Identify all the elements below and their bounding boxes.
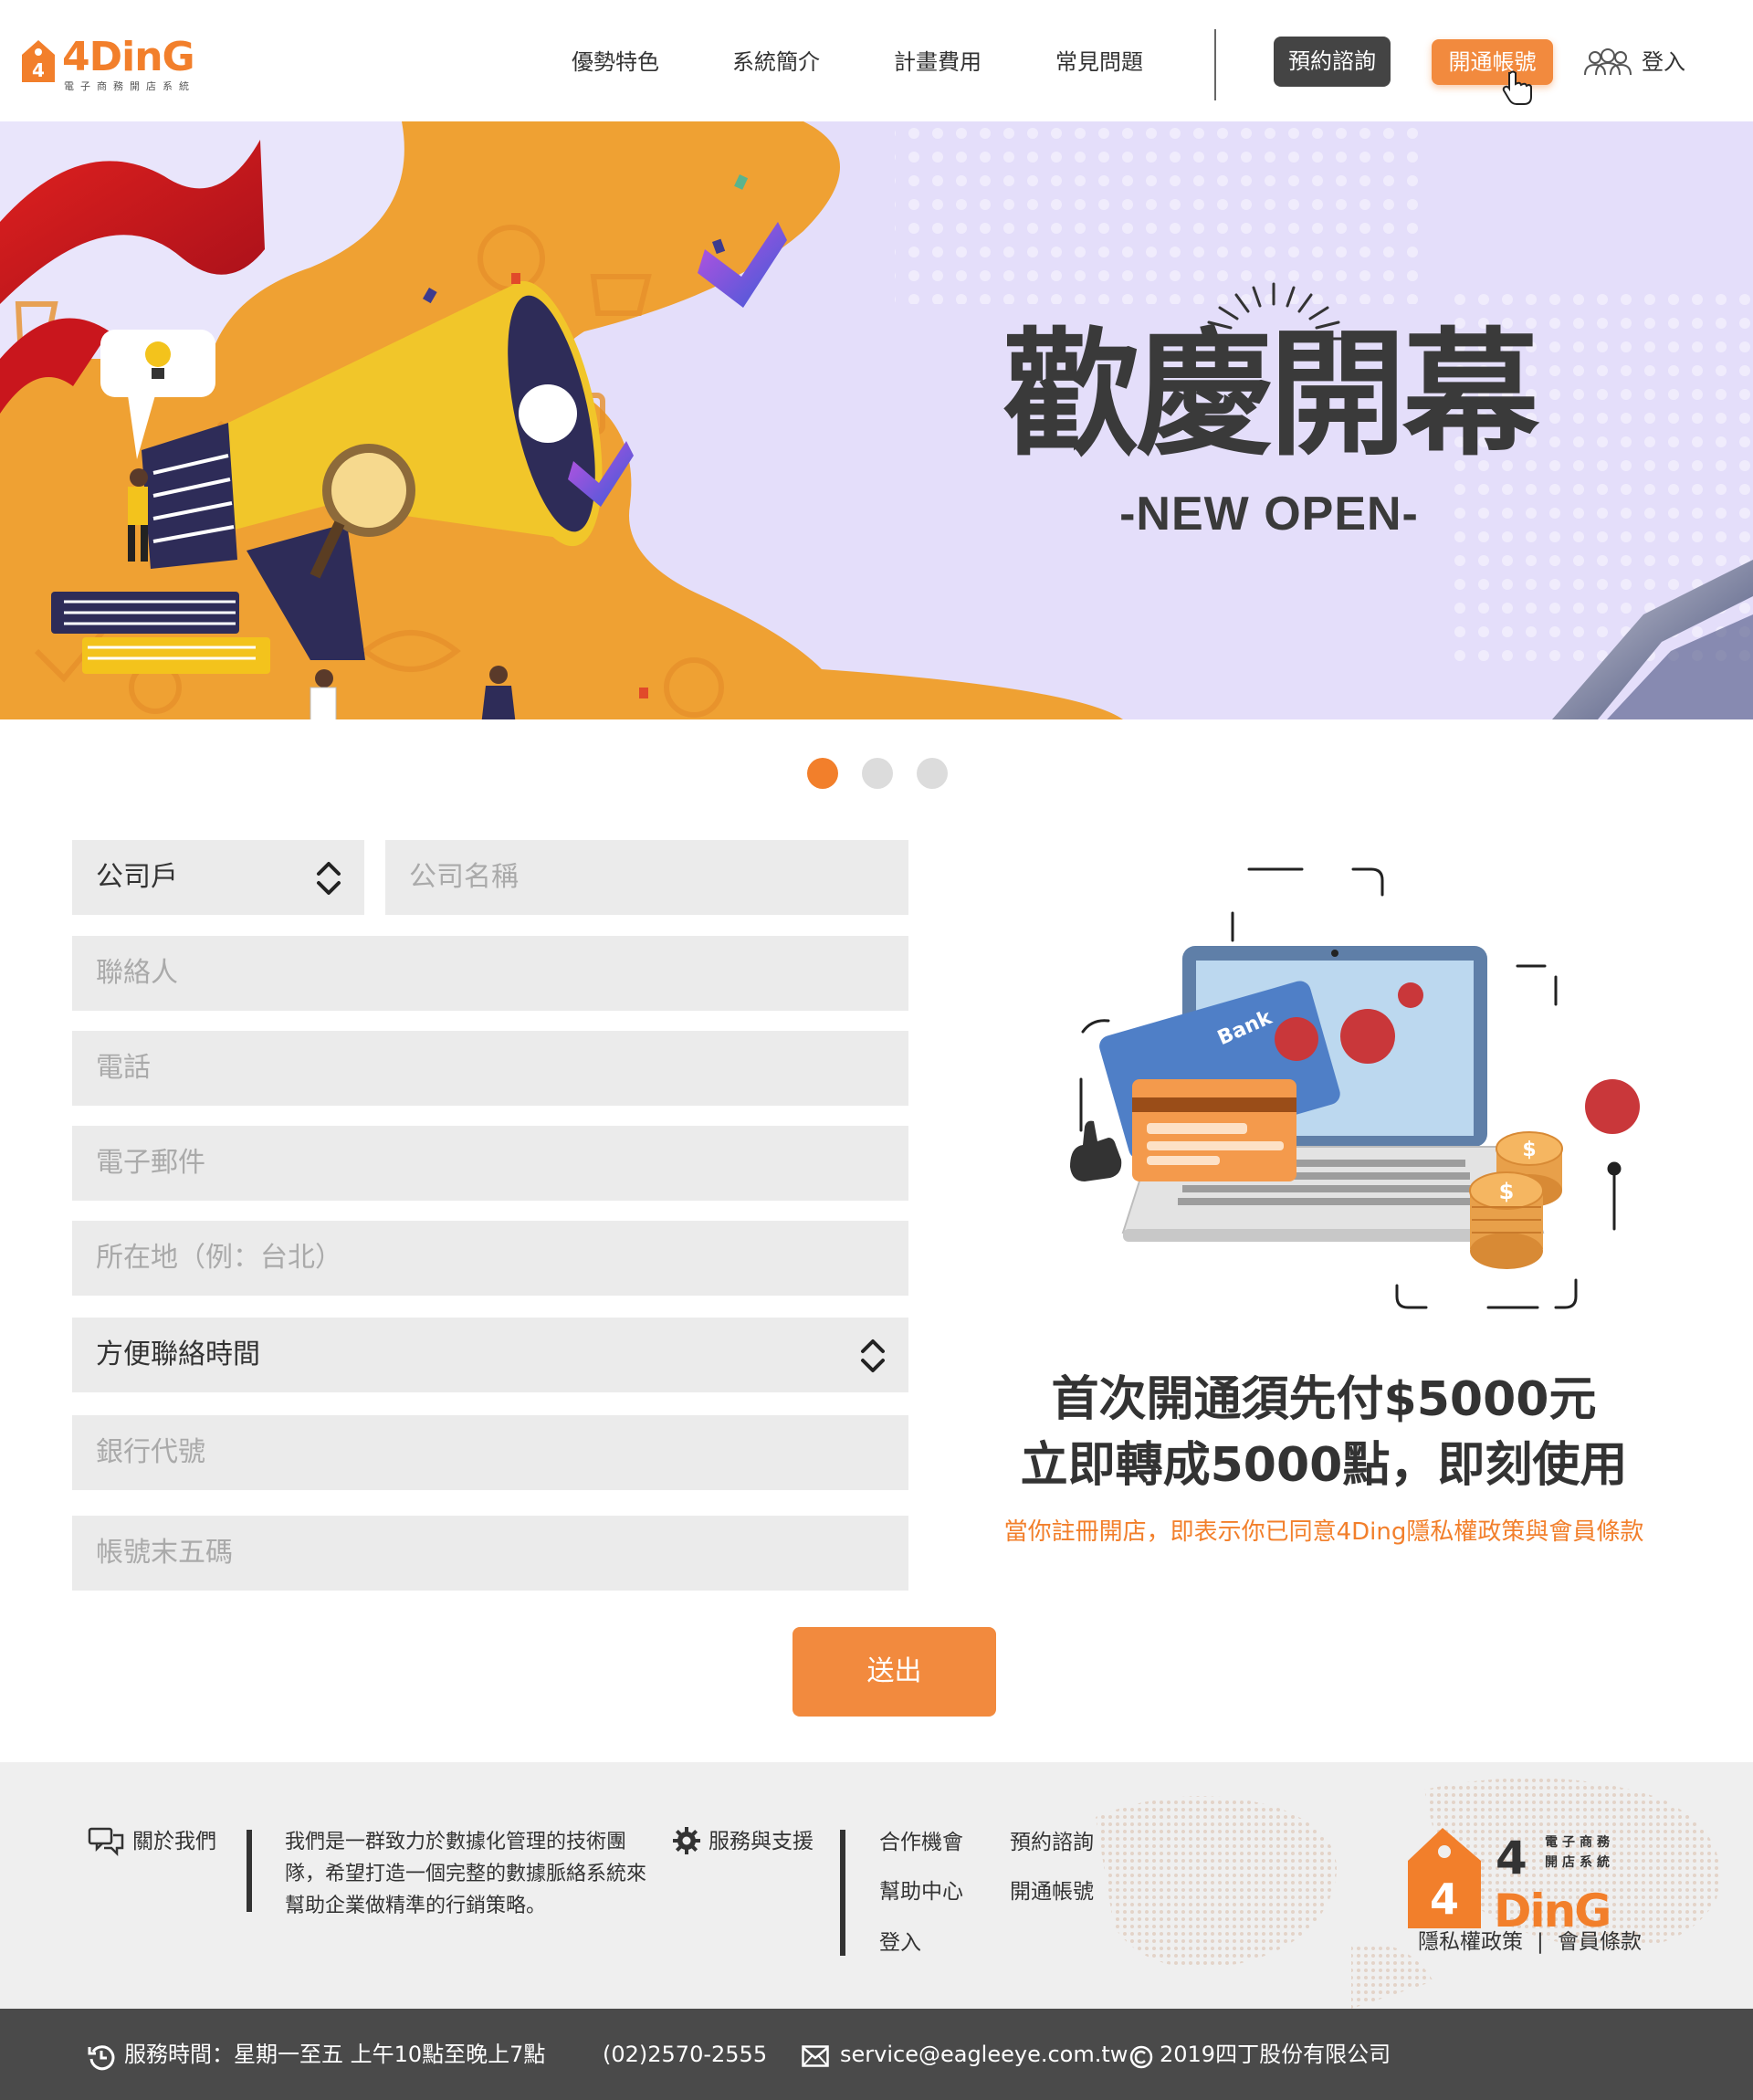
site-header: 4 4DinG 電子商務開店系統 優勢特色 系統簡介 計畫費用 常見問題 預約諮… [0,0,1753,121]
footer-link-open-account[interactable]: 開通帳號 [1010,1876,1094,1907]
bottom-bar: 服務時間：星期一至五 上午10點至晚上7點 (02)2570-2555 serv… [0,2009,1753,2100]
contact-person-input[interactable] [96,936,908,1011]
brand-logo[interactable]: 4 4DinG 電子商務開店系統 [20,34,216,92]
clock-icon [88,2045,115,2071]
account-last5-input[interactable] [96,1516,908,1591]
chevron-updown-icon [317,862,341,895]
logo-subtitle: 電子商務開店系統 [64,80,195,92]
site-footer: 關於我們 我們是一群致力於數據化管理的技術團隊，希望打造一個完整的數據脈絡系統來… [0,1762,1753,2009]
submit-button[interactable]: 送出 [793,1627,996,1717]
consult-button[interactable]: 預約諮詢 [1274,37,1391,87]
nav-system-intro[interactable]: 系統簡介 [732,46,820,79]
svg-text:4: 4 [1496,1832,1527,1885]
open-account-button[interactable]: 開通帳號 [1432,39,1553,85]
location-field[interactable] [72,1221,908,1296]
banner-title: 歡慶開幕 [1002,316,1539,475]
footer-logo-sub-1: 電子商務 [1545,1834,1614,1850]
contact-person-field[interactable] [72,936,908,1011]
logo-wordmark: 4DinG [62,34,195,80]
chat-bubbles-icon [88,1827,124,1857]
contact-email[interactable]: service@eagleeye.com.tw [840,2038,1128,2071]
nav-divider [1214,29,1216,100]
hand-cursor-icon [1502,70,1532,105]
footer-link-login[interactable]: 登入 [879,1927,921,1958]
email-field[interactable] [72,1126,908,1201]
nav-faq[interactable]: 常見問題 [1055,46,1143,79]
footer-link-help-center[interactable]: 幫助中心 [879,1876,963,1907]
contact-time-value: 方便聯絡時間 [96,1339,260,1370]
contact-time-select[interactable]: 方便聯絡時間 [72,1318,908,1392]
logo-tag-icon: 4 [22,40,55,82]
company-name-field[interactable] [385,840,908,915]
footer-link-partnership[interactable]: 合作機會 [879,1827,963,1858]
about-us-title: 關於我們 [132,1830,216,1853]
phone-field[interactable] [72,1031,908,1106]
svg-text:$: $ [1499,1179,1515,1204]
footer-link-consult[interactable]: 預約諮詢 [1010,1827,1094,1858]
login-label: 登入 [1642,49,1685,75]
promo-headline-1: 首次開通須先付$5000元 [1051,1372,1597,1427]
location-input[interactable] [96,1221,908,1296]
footer-logo-digit: 4 [1430,1874,1459,1924]
about-us-text: 我們是一群致力於數據化管理的技術團隊，希望打造一個完整的數據脈絡系統來幫助企業做… [285,1831,647,1917]
bank-code-input[interactable] [96,1415,908,1490]
support-title: 服務與支援 [709,1830,814,1853]
carousel-dot-2[interactable] [862,758,893,789]
banner-subtitle: -NEW OPEN- [1119,488,1419,541]
phone-input[interactable] [96,1031,908,1106]
mail-icon [802,2045,829,2067]
bank-code-field[interactable] [72,1415,908,1490]
account-last5-field[interactable] [72,1516,908,1591]
copyright-text: 2019四丁股份有限公司 [1160,2042,1391,2067]
member-terms-link[interactable]: 會員條款 [1558,1927,1642,1958]
gear-icon [673,1827,700,1854]
policy-separator: | [1537,1930,1544,1954]
promo-headline-2: 立即轉成5000點，即刻使用 [1020,1438,1628,1493]
svg-text:4: 4 [32,59,45,81]
email-input[interactable] [96,1126,908,1201]
hero-banner: 歡慶開幕 -NEW OPEN- [0,121,1753,719]
carousel-dot-1[interactable] [807,758,838,789]
contact-phone[interactable]: (02)2570-2555 [603,2038,767,2071]
nav-pricing[interactable]: 計畫費用 [894,46,981,79]
login-link[interactable]: 登入 [1582,44,1692,80]
payment-illustration: Bank $ $ [1070,867,1640,1309]
company-name-input[interactable] [409,840,908,915]
chevron-updown-icon [861,1339,885,1372]
account-type-select[interactable]: 公司戶 [72,840,364,915]
footer-divider-2 [840,1830,845,1956]
service-hours: 服務時間：星期一至五 上午10點至晚上7點 [124,2042,546,2067]
users-icon [1584,48,1632,76]
carousel-dot-3[interactable] [917,758,948,789]
account-type-value: 公司戶 [96,861,178,893]
footer-divider-1 [247,1830,252,1912]
footer-brand-logo[interactable]: 4 4 電子商務 開店系統 DinG [1406,1817,1643,1945]
svg-text:$: $ [1522,1139,1536,1161]
footer-logo-sub-2: 開店系統 [1545,1854,1614,1870]
terms-notice: 當你註冊開店，即表示你已同意4Ding隱私權政策與會員條款 [1003,1518,1644,1546]
nav-advantages[interactable]: 優勢特色 [572,46,659,79]
copyright-icon [1129,2045,1153,2069]
privacy-policy-link[interactable]: 隱私權政策 [1418,1927,1523,1958]
